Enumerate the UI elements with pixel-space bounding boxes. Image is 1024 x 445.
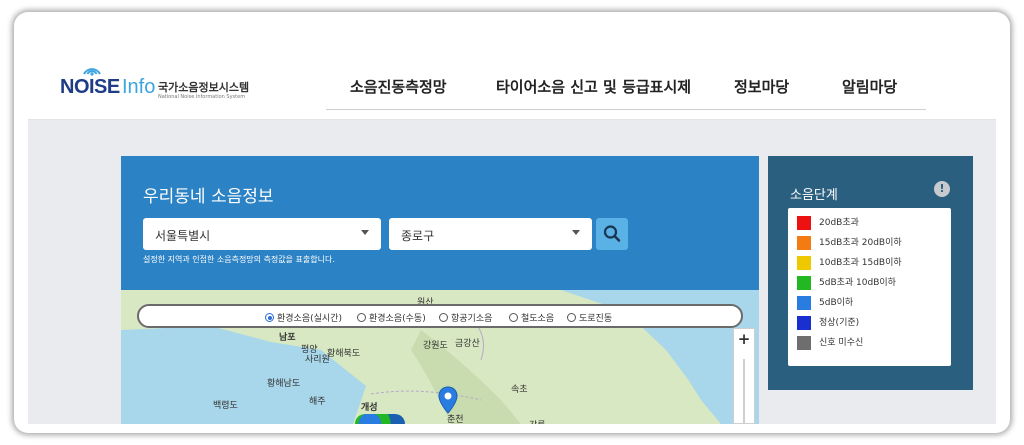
legend-label: 15dB초과 20dB이하 [819,238,902,248]
nav-item-info-plaza[interactable]: 정보마당 [734,76,789,97]
legend-title: 소음단계 [790,188,838,203]
legend-label: 신호 미수신 [819,338,864,348]
logo-english-name: National Noise Information System [158,94,246,100]
page: NOISE Info 국가소음정보시스템 National Noise Info… [28,28,996,424]
chevron-down-icon [361,230,369,235]
map-label: 황해남도 [267,379,301,389]
map-label: 금강산 [455,339,480,349]
legend-label: 20dB초과 [819,218,859,228]
legend-item: 5dB초과 10dB이하 [797,275,896,291]
map-label: 강원도 [423,341,448,351]
radio-dot [357,313,366,322]
legend-item: 5dB이하 [797,295,853,311]
legend-item: 20dB초과 [797,215,859,231]
zoom-slider[interactable] [743,359,745,423]
legend-swatch [797,255,811,270]
legend-swatch [797,315,811,330]
map-label: 해주 [309,397,326,407]
map-marker-icon[interactable] [438,386,458,414]
search-icon [603,225,621,242]
district-select-value: 종로구 [401,229,435,243]
map-zoom-control: + [733,328,755,424]
region-select[interactable]: 서울특별시 [143,218,381,250]
zoom-in-button[interactable]: + [734,330,754,348]
legend-item: 10dB초과 15dB이하 [797,255,902,271]
map-label: 강릉 [529,418,546,424]
signal-wave-icon [83,68,101,76]
logo-korean-name: 국가소음정보시스템 [158,81,250,94]
legend-swatch [797,235,811,250]
neighborhood-noise-panel: 우리동네 소음정보 서울특별시 종로구 설정한 지역과 인접한 소음측정망의 측… [121,156,759,424]
panel-note: 설정한 지역과 인접한 소음측정망의 측정값을 표출합니다. [143,255,335,264]
nav-item-notice-plaza[interactable]: 알림마당 [842,76,897,97]
legend-swatch [797,295,811,310]
region-select-value: 서울특별시 [155,229,211,243]
radio-dot [265,313,274,322]
chevron-down-icon [572,230,580,235]
legend-item: 신호 미수신 [797,335,863,351]
district-select[interactable]: 종로구 [389,218,592,250]
radio-label: 환경소음(수동) [369,314,426,324]
map-label: 백령도 [213,401,238,411]
logo-noise-text: NOISE [60,76,120,98]
marker-cluster[interactable] [355,414,405,424]
map-label: 속초 [511,385,528,395]
panel-title: 우리동네 소음정보 [143,187,274,207]
search-button[interactable] [596,218,628,250]
noise-level-legend: 소음단계 ! 20dB초과 15dB초과 20dB이하 10dB초과 15dB이… [768,156,973,390]
main-nav: 소음진동측정망 타이어소음 신고 및 등급표시제 정보마당 알림마당 [326,60,926,110]
map-label: 남포 [279,333,296,343]
map-label: 개성 [361,403,378,413]
radio-railway[interactable]: 철도소음 [509,311,554,324]
legend-item: 정상(기준) [797,315,859,331]
legend-label: 5dB초과 10dB이하 [819,278,896,288]
noise-type-radio-group: 환경소음(실시간) 환경소음(수동) 항공기소음 철도소음 도로진동 [137,304,743,328]
radio-aircraft[interactable]: 항공기소음 [439,311,492,324]
radio-label: 도로진동 [579,314,613,324]
legend-swatch [797,215,811,230]
radio-env-realtime[interactable]: 환경소음(실시간) [265,311,342,324]
radio-label: 환경소음(실시간) [277,314,342,324]
radio-dot [567,313,576,322]
radio-label: 항공기소음 [451,314,493,324]
nav-item-tire-noise[interactable]: 타이어소음 신고 및 등급표시제 [496,76,691,97]
map-label: 황해북도 [327,349,361,359]
legend-swatch [797,335,811,350]
radio-dot [439,313,448,322]
legend-label: 5dB이하 [819,298,854,308]
info-icon[interactable]: ! [934,181,950,197]
radio-road-vibration[interactable]: 도로진동 [567,311,612,324]
legend-swatch [797,275,811,290]
radio-dot [509,313,518,322]
legend-list: 20dB초과 15dB초과 20dB이하 10dB초과 15dB이하 5dB초과… [788,208,951,366]
window-frame: NOISE Info 국가소음정보시스템 National Noise Info… [14,12,1010,433]
radio-label: 철도소음 [521,314,555,324]
noise-map[interactable]: 원산 남포 평양 강원도 금강산 사리원 해주 황해남도 황해북도 개성 춘천 … [121,290,759,424]
legend-label: 10dB초과 15dB이하 [819,258,902,268]
legend-item: 15dB초과 20dB이하 [797,235,902,251]
logo-info-text: Info [122,76,156,98]
legend-label: 정상(기준) [819,318,860,328]
radio-env-manual[interactable]: 환경소음(수동) [357,311,426,324]
nav-item-monitoring-network[interactable]: 소음진동측정망 [350,76,447,97]
site-header: NOISE Info 국가소음정보시스템 National Noise Info… [28,28,996,120]
